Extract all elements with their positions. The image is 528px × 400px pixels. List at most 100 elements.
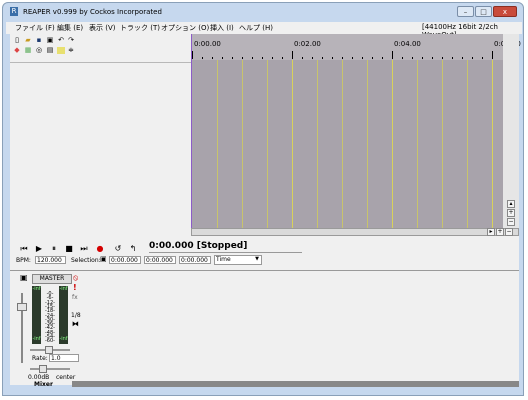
grid-line — [317, 60, 318, 228]
rate-field[interactable]: 1.0 — [49, 354, 79, 362]
grid-line — [292, 60, 293, 228]
maximize-button[interactable]: □ — [475, 6, 492, 17]
time-mode-select[interactable]: Time ▼ — [214, 255, 262, 265]
mixer-tracks-area — [72, 381, 519, 387]
scroll-right-button[interactable]: ▸ — [487, 228, 495, 236]
width-slider-track[interactable] — [30, 368, 70, 370]
crossfade-icon[interactable]: ≑ — [67, 47, 75, 54]
main-area: ▯ ▰ ▪ ▣ ↶ ↷ ◆ ▦ ◎ ▤ ≑ 0:00.00 0:02.00 0:… — [10, 34, 521, 388]
ruler-label-2: 0:02.00 — [294, 40, 321, 48]
menu-edit[interactable]: 編集 (E) — [57, 23, 83, 33]
ruler-minor-tick — [432, 57, 433, 59]
rate-label: Rate: — [32, 355, 48, 362]
bpm-field[interactable]: 120.000 — [35, 256, 66, 264]
zoom-in-vertical-button[interactable]: + — [507, 209, 515, 217]
ruler-minor-tick — [362, 57, 363, 59]
new-project-icon[interactable]: ▯ — [13, 37, 21, 44]
phase-icon[interactable]: ⧓ — [72, 320, 79, 328]
menu-view[interactable]: 表示 (V) — [89, 23, 115, 33]
grid-line — [442, 60, 443, 228]
grid-line — [342, 60, 343, 228]
grid-icon[interactable]: ▦ — [24, 47, 32, 54]
zoom-in-horizontal-button[interactable]: + — [496, 228, 504, 236]
stop-icon[interactable]: ■ — [64, 244, 74, 254]
reaper-logo-icon: R — [10, 7, 18, 16]
ruler-minor-tick — [242, 57, 243, 59]
arrange-view[interactable]: 0:00.00 0:02.00 0:04.00 0:06.00 — [191, 34, 521, 228]
horizontal-scrollbar[interactable]: ▸ + − — [191, 228, 519, 236]
volume-readout: 0.00dB — [28, 374, 50, 381]
meter-bottom-left: -inf — [32, 336, 41, 342]
zoom-out-vertical-button[interactable]: − — [507, 218, 515, 226]
ruler-minor-tick — [232, 57, 233, 59]
ruler-minor-tick — [442, 57, 443, 59]
timeline-ruler[interactable]: 0:00.00 0:02.00 0:04.00 0:06.00 — [192, 34, 521, 60]
selection-length-field[interactable]: 0:00.000 — [179, 256, 211, 264]
menu-bar: ファイル (F) 編集 (E) 表示 (V) トラック (T) オプション (O… — [6, 22, 522, 39]
pause-icon[interactable]: ⏸ — [49, 244, 59, 254]
menu-file[interactable]: ファイル (F) — [15, 23, 55, 33]
ruler-minor-tick — [252, 57, 253, 59]
menu-insert[interactable]: 挿入 (I) — [210, 23, 234, 33]
ruler-minor-tick — [472, 57, 473, 59]
save-project-icon[interactable]: ▪ — [35, 37, 43, 44]
menu-track[interactable]: トラック (T) — [120, 23, 160, 33]
selection-start-field[interactable]: 0:00.000 — [109, 256, 141, 264]
ruler-minor-tick — [412, 57, 413, 59]
ruler-major-tick — [192, 51, 193, 59]
ruler-minor-tick — [452, 57, 453, 59]
time-mode-value: Time — [216, 256, 231, 263]
grid-line — [417, 60, 418, 228]
repeat-icon[interactable]: ↺ — [113, 244, 123, 254]
vertical-scrollbar[interactable]: ▴ + − — [503, 34, 519, 228]
envelope-icon[interactable] — [57, 47, 65, 54]
grid-line — [392, 60, 393, 228]
io-label: 1/8 — [71, 312, 81, 319]
scroll-up-button[interactable]: ▴ — [507, 200, 515, 208]
record-icon[interactable]: ● — [95, 244, 105, 254]
ripple-edit-icon[interactable]: ▤ — [46, 47, 54, 54]
grid-line — [267, 60, 268, 228]
pan-slider-handle[interactable] — [45, 346, 53, 354]
redo-icon[interactable]: ↷ — [67, 37, 75, 44]
selection-settings-icon[interactable]: ▣ — [100, 255, 107, 263]
menu-options[interactable]: オプション (O) — [161, 23, 209, 33]
go-to-start-icon[interactable]: ⏮ — [19, 244, 29, 254]
ruler-major-tick — [292, 51, 293, 59]
open-project-icon[interactable]: ▰ — [24, 37, 32, 44]
fx-button[interactable]: fx — [72, 294, 78, 301]
ruler-minor-tick — [372, 57, 373, 59]
selection-end-field[interactable]: 0:00.000 — [144, 256, 176, 264]
meter-bottom-right: -inf — [59, 336, 68, 342]
mixer-tab[interactable]: Mixer — [34, 381, 53, 388]
grid-line — [217, 60, 218, 228]
track-list-panel[interactable] — [10, 62, 191, 261]
grid-line — [492, 60, 493, 228]
play-icon[interactable]: ▶ — [34, 244, 44, 254]
metronome-icon[interactable]: ◆ — [13, 47, 21, 54]
ruler-minor-tick — [322, 57, 323, 59]
pan-readout: center — [56, 374, 76, 381]
auto-crossfade-icon[interactable]: ↰ — [128, 244, 138, 254]
volume-fader-handle[interactable] — [17, 303, 27, 311]
snap-icon[interactable]: ◎ — [35, 47, 43, 54]
mute-icon[interactable]: ⦸ — [73, 273, 78, 283]
menu-help[interactable]: ヘルプ (H) — [239, 23, 273, 33]
ruler-label-4: 0:04.00 — [394, 40, 421, 48]
transport-status: 0:00.000 [Stopped] — [149, 241, 302, 253]
meter-scale-label: -60- — [45, 338, 55, 345]
undo-icon[interactable]: ↶ — [57, 37, 65, 44]
minimize-button[interactable]: – — [457, 6, 474, 17]
meter-top-right: -inf — [59, 286, 68, 292]
zoom-out-horizontal-button[interactable]: − — [505, 228, 513, 236]
master-track-label: MASTER — [32, 274, 72, 284]
project-settings-icon[interactable]: ▣ — [46, 37, 54, 44]
meter-top-left: -inf — [32, 286, 41, 292]
go-to-end-icon[interactable]: ⏭ — [79, 244, 89, 254]
mixer-panel: ▣ MASTER ⦸ -inf -inf -inf -inf -0- -6- -12… — [10, 270, 519, 388]
master-routing-icon[interactable]: ▣ — [20, 273, 28, 282]
ruler-major-tick — [392, 51, 393, 59]
close-button[interactable]: x — [493, 6, 517, 17]
ruler-minor-tick — [272, 57, 273, 59]
width-slider-handle[interactable] — [39, 365, 47, 373]
